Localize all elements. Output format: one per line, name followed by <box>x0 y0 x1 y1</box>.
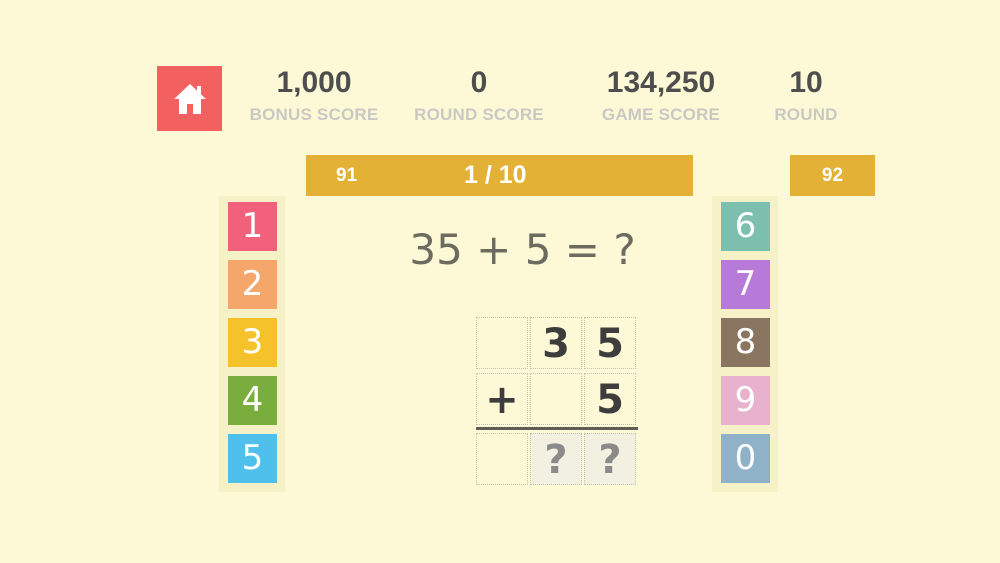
row2-tens <box>530 373 582 425</box>
game-score-value: 134,250 <box>606 66 716 99</box>
bonus-score-value: 1,000 <box>276 66 352 99</box>
previous-level: 91 <box>336 165 358 186</box>
answer-ones[interactable]: ? <box>584 433 636 485</box>
row2-ones: 5 <box>584 373 636 425</box>
round-score-value: 0 <box>470 66 488 99</box>
answer-hundreds[interactable] <box>476 433 528 485</box>
sum-line <box>476 427 638 430</box>
game-score-label: GAME SCORE <box>601 105 721 124</box>
game-score: 134,250 GAME SCORE <box>592 64 730 128</box>
operator-plus: + <box>476 373 528 425</box>
key-4[interactable]: 4 <box>228 376 277 425</box>
round-score: 0 ROUND SCORE <box>410 64 548 128</box>
key-5[interactable]: 5 <box>228 434 277 483</box>
row1-hundreds <box>476 317 528 369</box>
key-8[interactable]: 8 <box>721 318 770 367</box>
round-score-label: ROUND SCORE <box>414 105 544 124</box>
equation-text: 35 + 5 = ? <box>409 225 636 274</box>
round: 10 ROUND <box>756 64 856 128</box>
home-button[interactable] <box>157 66 222 131</box>
key-3[interactable]: 3 <box>228 318 277 367</box>
progress-bar: 91 1 / 10 <box>306 155 693 196</box>
key-9[interactable]: 9 <box>721 376 770 425</box>
key-1[interactable]: 1 <box>228 202 277 251</box>
key-0[interactable]: 0 <box>721 434 770 483</box>
answer-tens[interactable]: ? <box>530 433 582 485</box>
bonus-score: 1,000 BONUS SCORE <box>245 64 383 128</box>
row1-ones: 5 <box>584 317 636 369</box>
key-2[interactable]: 2 <box>228 260 277 309</box>
home-icon <box>173 83 206 114</box>
question-progress: 1 / 10 <box>464 161 527 189</box>
round-label: ROUND <box>774 105 838 124</box>
round-value: 10 <box>789 66 823 99</box>
row1-tens: 3 <box>530 317 582 369</box>
keypad-left: 1 2 3 4 5 <box>219 196 285 492</box>
next-level: 92 <box>790 155 875 196</box>
bonus-score-label: BONUS SCORE <box>249 105 379 124</box>
